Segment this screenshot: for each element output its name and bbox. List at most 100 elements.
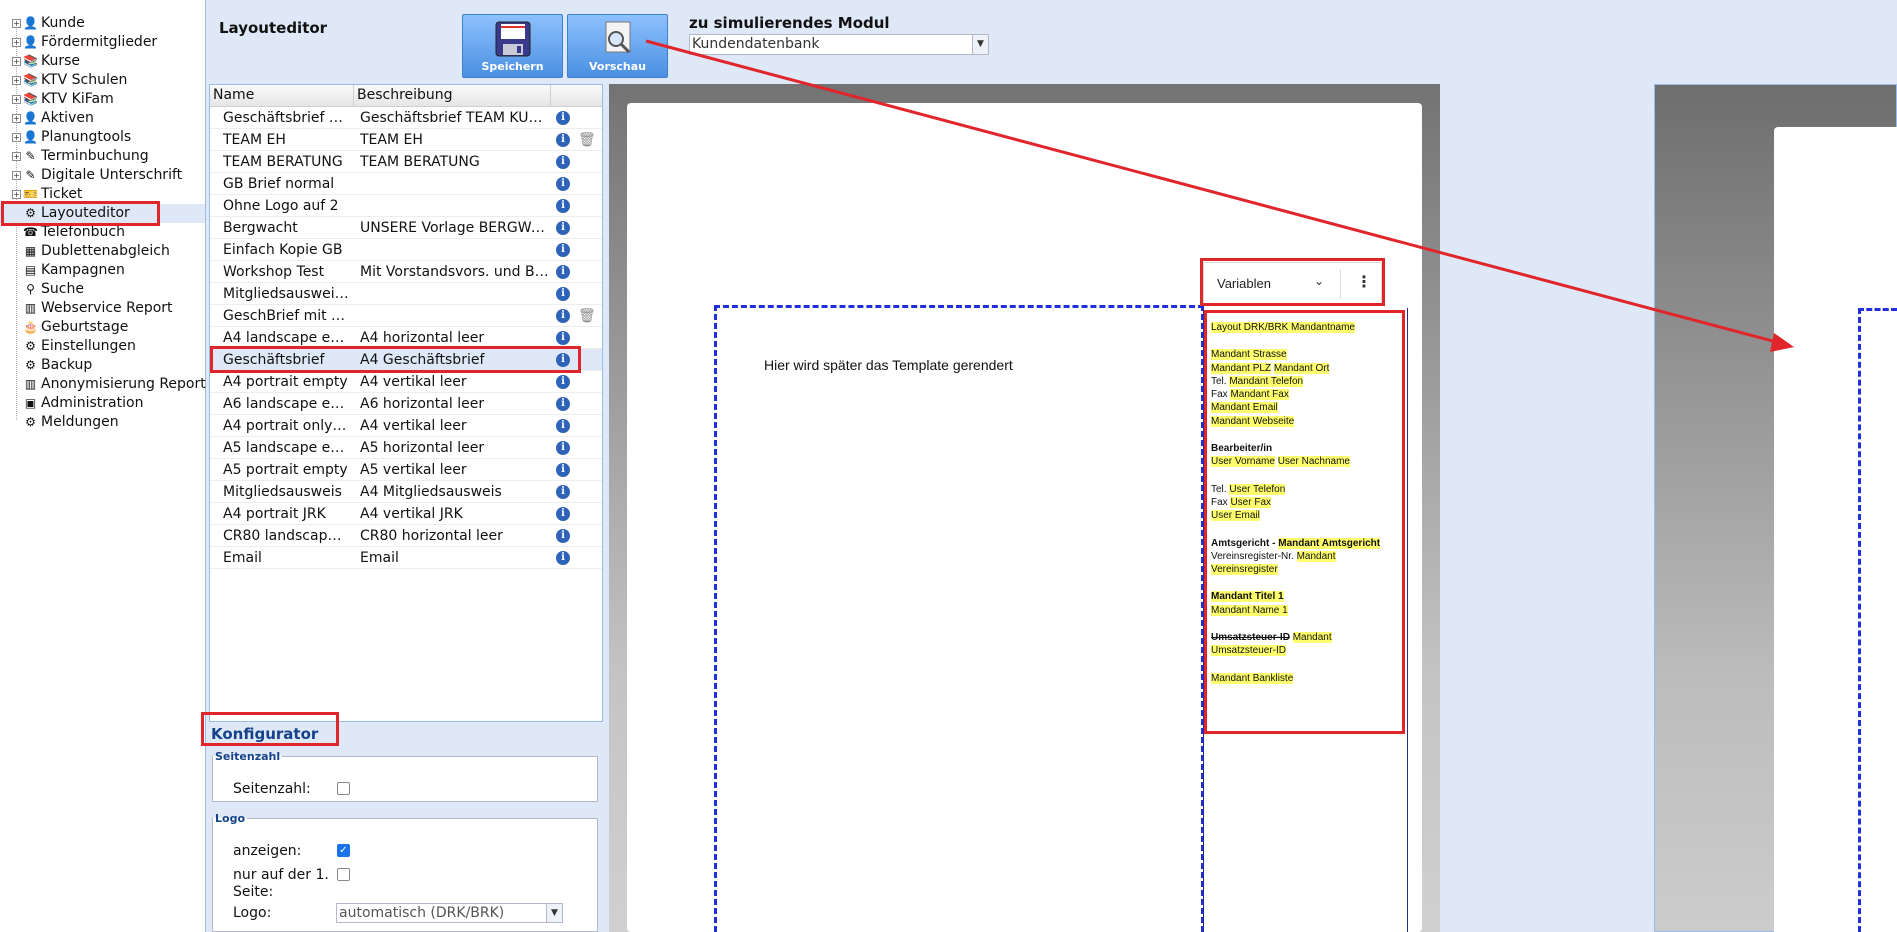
variable-placeholder[interactable]: Mandant Bankliste	[1211, 672, 1294, 684]
info-icon[interactable]: i	[556, 133, 570, 147]
preview-button[interactable]: Vorschau	[567, 14, 668, 78]
info-icon[interactable]: i	[556, 221, 570, 235]
expand-icon[interactable]: +	[12, 76, 21, 85]
info-icon[interactable]: i	[556, 353, 570, 367]
variable-placeholder[interactable]: Mandant	[1292, 632, 1332, 644]
chevron-down-icon[interactable]: ⌄	[1314, 274, 1324, 288]
nav-item[interactable]: + ✎ Terminbuchung	[0, 147, 205, 166]
info-icon[interactable]: i	[556, 419, 570, 433]
table-row[interactable]: A5 portrait empty A5 vertikal leer i	[210, 459, 602, 481]
nav-item[interactable]: ▥ Anonymisierung Report	[0, 375, 206, 394]
info-icon[interactable]: i	[556, 529, 570, 543]
show-logo-checkbox[interactable]: ✓	[337, 844, 350, 857]
nav-item[interactable]: ▤ Kampagnen	[0, 261, 205, 280]
info-icon[interactable]: i	[556, 507, 570, 521]
nav-item[interactable]: + 📚 KTV Schulen	[0, 71, 205, 90]
chevron-down-icon[interactable]: ▼	[972, 35, 988, 54]
info-icon[interactable]: i	[556, 111, 570, 125]
variable-placeholder[interactable]: Mandant Strasse	[1211, 349, 1287, 361]
nav-item[interactable]: ▦ Dublettenabgleich	[0, 242, 205, 261]
chevron-down-icon[interactable]: ▼	[546, 904, 562, 922]
variables-dropdown[interactable]: Variablen	[1217, 276, 1271, 291]
variable-placeholder[interactable]: Mandant Amtsgericht	[1278, 537, 1381, 549]
page-number-checkbox[interactable]	[337, 782, 350, 795]
info-icon[interactable]: i	[556, 397, 570, 411]
variable-placeholder[interactable]: Mandant Email	[1211, 402, 1278, 414]
variable-placeholder[interactable]: Mandant Name 1	[1211, 604, 1288, 616]
first-page-checkbox[interactable]	[337, 868, 350, 881]
info-icon[interactable]: i	[556, 551, 570, 565]
info-icon[interactable]: i	[556, 199, 570, 213]
info-icon[interactable]: i	[556, 243, 570, 257]
nav-item[interactable]: ⚙ Layouteditor	[0, 204, 205, 223]
table-row[interactable]: TEAM EH TEAM EH i 🗑	[210, 129, 602, 151]
info-icon[interactable]: i	[556, 375, 570, 389]
trash-icon[interactable]: 🗑	[578, 132, 596, 148]
table-row[interactable]: A6 landscape empty A6 horizontal leer i	[210, 393, 602, 415]
variable-placeholder[interactable]: Mandant PLZ	[1211, 362, 1272, 374]
table-row[interactable]: Geschäftsbrief TEAM Geschäftsbrief TEAM K…	[210, 107, 602, 129]
table-row[interactable]: Email Email i	[210, 547, 602, 569]
nav-item[interactable]: + 🎫 Ticket	[0, 185, 205, 204]
info-icon[interactable]: i	[556, 463, 570, 477]
expand-icon[interactable]: +	[12, 114, 21, 123]
expand-icon[interactable]: +	[12, 133, 21, 142]
table-row[interactable]: GB Brief normal i	[210, 173, 602, 195]
variable-placeholder[interactable]: Mandant	[1296, 550, 1336, 562]
info-icon[interactable]: i	[556, 265, 570, 279]
info-icon[interactable]: i	[556, 155, 570, 169]
save-button[interactable]: Speichern	[462, 14, 563, 78]
nav-item[interactable]: ⚙ Backup	[0, 356, 205, 375]
variable-placeholder[interactable]: Mandant Titel 1	[1211, 591, 1284, 603]
info-icon[interactable]: i	[556, 177, 570, 191]
variable-placeholder[interactable]: Layout DRK/BRK Mandantname	[1211, 322, 1355, 333]
table-row[interactable]: Einfach Kopie GB i	[210, 239, 602, 261]
variable-placeholder[interactable]: User Fax	[1230, 496, 1272, 508]
variable-placeholder[interactable]: User Vorname	[1211, 456, 1275, 468]
expand-icon[interactable]: +	[12, 152, 21, 161]
expand-icon[interactable]: +	[12, 95, 21, 104]
nav-item[interactable]: + 📚 KTV KiFam	[0, 90, 205, 109]
logo-select[interactable]: automatisch (DRK/BRK) ▼	[336, 903, 563, 923]
table-row[interactable]: Ohne Logo auf 2 i	[210, 195, 602, 217]
table-row[interactable]: Mitgliedsausweis A4 Mitgliedsausweis i	[210, 481, 602, 503]
column-header-name[interactable]: Name	[210, 85, 354, 106]
variable-placeholder[interactable]: Mandant Telefon	[1229, 375, 1304, 387]
variable-placeholder[interactable]: Mandant Ort	[1273, 362, 1330, 374]
nav-item[interactable]: ⚙ Meldungen	[0, 413, 205, 432]
table-row[interactable]: CR80 landscape e... CR80 horizontal leer i	[210, 525, 602, 547]
nav-item[interactable]: ⚲ Suche	[0, 280, 205, 299]
column-header-description[interactable]: Beschreibung	[354, 85, 551, 106]
info-icon[interactable]: i	[556, 331, 570, 345]
nav-item[interactable]: + 📚 Kurse	[0, 52, 205, 71]
nav-item[interactable]: 🎂 Geburtstage	[0, 318, 205, 337]
info-icon[interactable]: i	[556, 309, 570, 323]
table-row[interactable]: A4 landscape empty A4 horizontal leer i	[210, 327, 602, 349]
table-row[interactable]: GeschBrief mit Ste... i 🗑	[210, 305, 602, 327]
table-row[interactable]: A4 portrait only Lo... A4 vertikal leer i	[210, 415, 602, 437]
info-icon[interactable]: i	[556, 287, 570, 301]
nav-item[interactable]: ▣ Administration	[0, 394, 205, 413]
table-row[interactable]: A5 landscape empty A5 horizontal leer i	[210, 437, 602, 459]
expand-icon[interactable]: +	[12, 38, 21, 47]
nav-item[interactable]: ⚙ Einstellungen	[0, 337, 205, 356]
expand-icon[interactable]: +	[12, 19, 21, 28]
nav-item[interactable]: + 👤 Fördermitglieder	[0, 33, 205, 52]
nav-item[interactable]: + 👤 Kunde	[0, 14, 205, 33]
table-row[interactable]: Workshop Test Mit Vorstandsvors. und Bank…	[210, 261, 602, 283]
variable-placeholder[interactable]: Mandant Fax	[1230, 389, 1289, 401]
variable-placeholder[interactable]: Umsatzsteuer-ID	[1211, 645, 1287, 657]
nav-item[interactable]: + 👤 Aktiven	[0, 109, 205, 128]
nav-item[interactable]: ▥ Webservice Report	[0, 299, 205, 318]
configurator-title[interactable]: Konfigurator	[209, 722, 603, 746]
info-icon[interactable]: i	[556, 485, 570, 499]
variable-placeholder[interactable]: User Email	[1211, 510, 1260, 522]
more-options-icon[interactable]: ⋮	[1356, 272, 1372, 291]
variable-placeholder[interactable]: User Nachname	[1277, 456, 1350, 468]
module-select[interactable]: Kundendatenbank ▼	[689, 34, 989, 55]
variable-placeholder[interactable]: Vereinsregister	[1211, 564, 1278, 576]
nav-item[interactable]: + ✎ Digitale Unterschrift	[0, 166, 205, 185]
table-row[interactable]: Geschäftsbrief A4 Geschäftsbrief i	[210, 349, 602, 371]
trash-icon[interactable]: 🗑	[578, 308, 596, 324]
info-icon[interactable]: i	[556, 441, 570, 455]
